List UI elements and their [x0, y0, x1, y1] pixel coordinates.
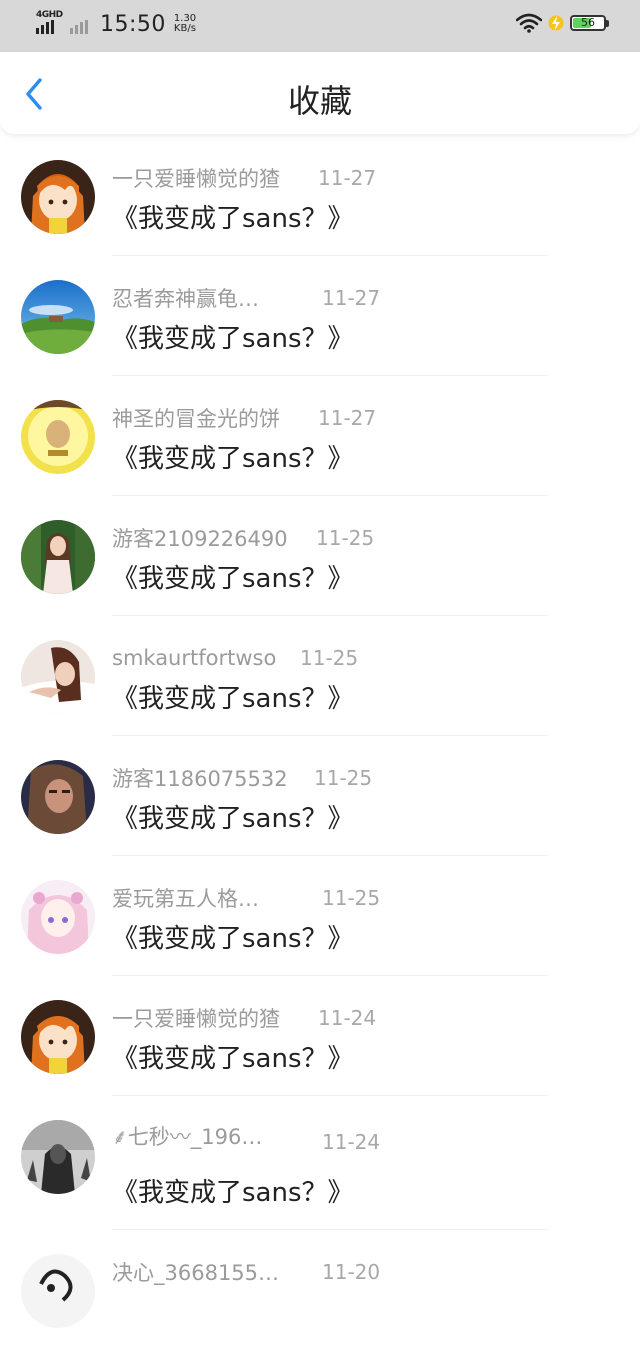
work-title: 《我变成了sans？》: [112, 204, 354, 234]
avatar[interactable]: [21, 520, 95, 594]
username: 游客2109226490: [112, 527, 288, 551]
work-title: 《我变成了sans？》: [112, 324, 354, 354]
item-meta: smkaurtfortwso: [112, 644, 276, 672]
wifi-icon: [516, 13, 542, 33]
favorite-item[interactable]: 决心_3668155… 11-20: [0, 1230, 640, 1350]
username: smkaurtfortwso: [112, 646, 277, 670]
username: 一只爱睡懒觉的猹: [112, 167, 280, 191]
work-title: 《我变成了sans？》: [112, 1044, 354, 1074]
item-meta: 忍者奔神赢龟…: [112, 284, 259, 312]
username: 一只爱睡懒觉的猹: [112, 1007, 280, 1031]
avatar[interactable]: [21, 640, 95, 714]
date: 11-25: [314, 766, 373, 790]
avatar[interactable]: [21, 1000, 95, 1074]
favorite-item[interactable]: ⸙七秒〰_196… 11-24 《我变成了sans？》: [0, 1096, 640, 1230]
favorite-item[interactable]: 爱玩第五人格… 11-25 《我变成了sans？》: [0, 856, 640, 976]
avatar[interactable]: [21, 760, 95, 834]
network-type-label: 4GHD: [36, 10, 63, 20]
date: 11-25: [322, 886, 381, 910]
favorite-item[interactable]: smkaurtfortwso 11-25 《我变成了sans？》: [0, 616, 640, 736]
charging-icon: [548, 15, 564, 31]
status-bar: 4GHD 15:50 1.30 KB/s 56: [0, 0, 640, 52]
avatar[interactable]: [21, 1254, 95, 1328]
username: 游客1186075532: [112, 767, 288, 791]
item-meta: 爱玩第五人格…: [112, 884, 259, 912]
favorite-item[interactable]: 游客1186075532 11-25 《我变成了sans？》: [0, 736, 640, 856]
network-speed: 1.30 KB/s: [174, 14, 196, 34]
signal-secondary-icon: [68, 10, 96, 38]
item-meta: 一只爱睡懒觉的猹: [112, 1004, 280, 1032]
username: 爱玩第五人格…: [112, 887, 259, 911]
item-meta: 游客1186075532: [112, 764, 288, 792]
favorites-list: 一只爱睡懒觉的猹 11-27 《我变成了sans？》 忍者奔神赢龟… 11-27…: [0, 136, 640, 1350]
page-title: 收藏: [287, 82, 352, 120]
avatar[interactable]: [21, 160, 95, 234]
battery-icon: 56: [570, 15, 609, 31]
item-meta: 神圣的冒金光的饼: [112, 404, 280, 432]
favorite-item[interactable]: 神圣的冒金光的饼 11-27 《我变成了sans？》: [0, 376, 640, 496]
avatar[interactable]: [21, 1120, 95, 1194]
work-title: 《我变成了sans？》: [112, 804, 354, 834]
date: 11-25: [316, 526, 375, 550]
date: 11-27: [318, 406, 377, 430]
signal-icon: 4GHD: [34, 10, 64, 38]
work-title: 《我变成了sans？》: [112, 924, 354, 954]
item-meta: ⸙七秒〰_196…: [112, 1122, 262, 1150]
username: ⸙七秒〰_196…: [112, 1125, 263, 1149]
favorite-item[interactable]: 游客2109226490 11-25 《我变成了sans？》: [0, 496, 640, 616]
battery-level: 56: [581, 16, 595, 29]
network-speed-unit: KB/s: [173, 23, 196, 34]
work-title: 《我变成了sans？》: [112, 684, 354, 714]
work-title: 《我变成了sans？》: [112, 564, 354, 594]
work-title: 《我变成了sans？》: [112, 1178, 354, 1208]
work-title: 《我变成了sans？》: [112, 444, 354, 474]
date: 11-27: [322, 286, 381, 310]
item-meta: 一只爱睡懒觉的猹: [112, 164, 280, 192]
item-meta: 决心_3668155…: [112, 1258, 279, 1286]
favorite-item[interactable]: 一只爱睡懒觉的猹 11-24 《我变成了sans？》: [0, 976, 640, 1096]
favorite-item[interactable]: 一只爱睡懒觉的猹 11-27 《我变成了sans？》: [0, 136, 640, 256]
date: 11-24: [322, 1130, 381, 1154]
date: 11-25: [300, 646, 359, 670]
avatar[interactable]: [21, 400, 95, 474]
username: 神圣的冒金光的饼: [112, 407, 280, 431]
favorite-item[interactable]: 忍者奔神赢龟… 11-27 《我变成了sans？》: [0, 256, 640, 376]
avatar[interactable]: [21, 880, 95, 954]
username: 忍者奔神赢龟…: [112, 287, 259, 311]
date: 11-27: [318, 166, 377, 190]
item-meta: 游客2109226490: [112, 524, 288, 552]
clock: 15:50: [100, 11, 166, 37]
username: 决心_3668155…: [112, 1261, 280, 1285]
avatar[interactable]: [21, 280, 95, 354]
app-header: 收藏: [0, 52, 640, 134]
date: 11-20: [322, 1260, 381, 1284]
date: 11-24: [318, 1006, 377, 1030]
